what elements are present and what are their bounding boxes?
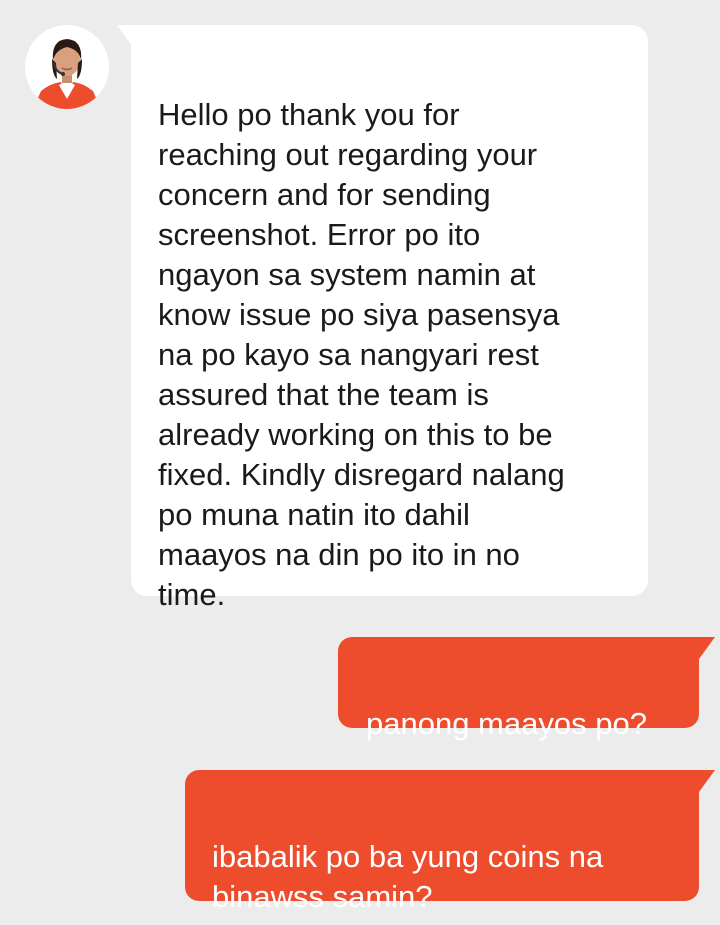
user-message-text: panong maayos po? — [366, 706, 647, 741]
user-message-bubble: panong maayos po? — [338, 637, 699, 741]
agent-message-bubble: Hello po thank you for reaching out rega… — [131, 25, 648, 612]
agent-avatar — [25, 25, 109, 109]
user-bubble-tail — [699, 637, 715, 659]
user-message-text: ibabalik po ba yung coins na binawss sam… — [212, 839, 604, 914]
user-bubble-tail — [699, 770, 715, 792]
agent-avatar-image — [25, 25, 109, 109]
user-message-bubble: ibabalik po ba yung coins na binawss sam… — [185, 770, 699, 914]
agent-message-text: Hello po thank you for reaching out rega… — [158, 97, 565, 612]
